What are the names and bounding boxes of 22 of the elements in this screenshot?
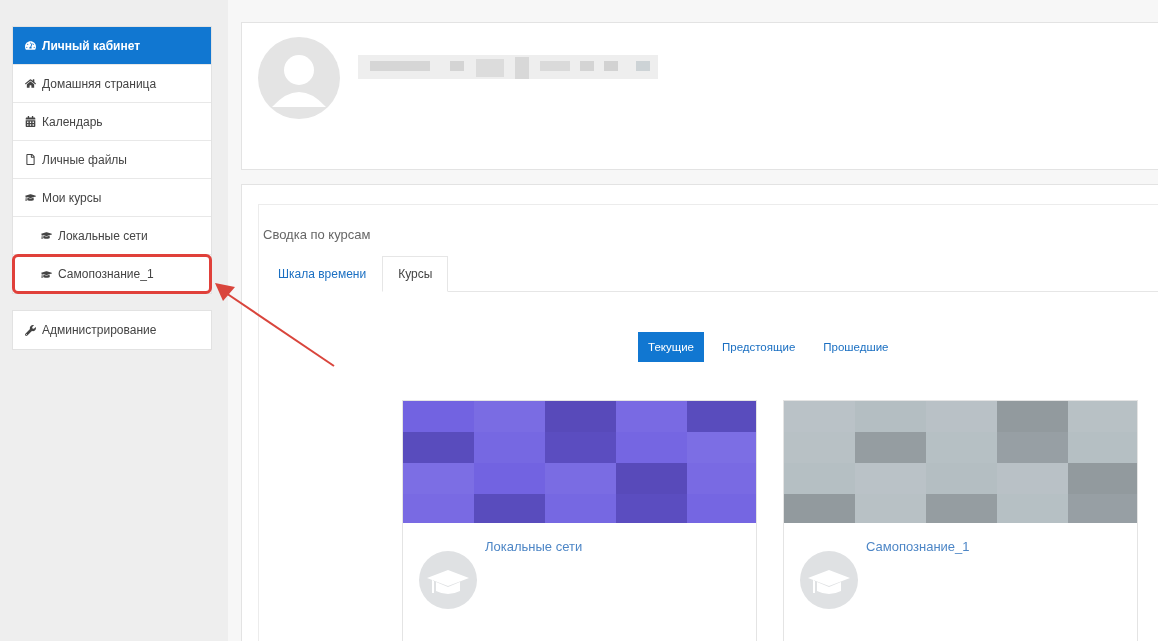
block-title: Сводка по курсам <box>263 227 372 242</box>
course-link[interactable]: Самопознание_1 <box>866 539 970 609</box>
home-icon <box>25 78 36 89</box>
wrench-icon <box>25 324 36 336</box>
tab[interactable]: Курсы <box>382 256 449 292</box>
course-link[interactable]: Локальные сети <box>485 539 583 609</box>
graduation-cap-icon <box>800 551 858 609</box>
filter-button[interactable]: Текущие <box>638 332 704 362</box>
calendar-icon <box>25 116 36 127</box>
file-icon <box>25 154 36 165</box>
avatar-icon <box>258 37 340 119</box>
course-card[interactable]: Локальные сети <box>402 400 757 641</box>
dashboard-icon <box>25 40 36 51</box>
course-card[interactable]: Самопознание_1 <box>783 400 1138 641</box>
graduation-cap-icon <box>25 192 36 203</box>
filter-button[interactable]: Предстоящие <box>711 332 806 362</box>
graduation-cap-icon <box>41 230 52 241</box>
graduation-cap-icon <box>41 268 52 280</box>
sidebar-item[interactable]: Самопознание_1 <box>13 255 211 293</box>
filter-button[interactable]: Прошедшие <box>813 332 899 362</box>
graduation-cap-icon <box>419 551 477 609</box>
sidebar-item[interactable]: Личный кабинет <box>13 27 211 65</box>
